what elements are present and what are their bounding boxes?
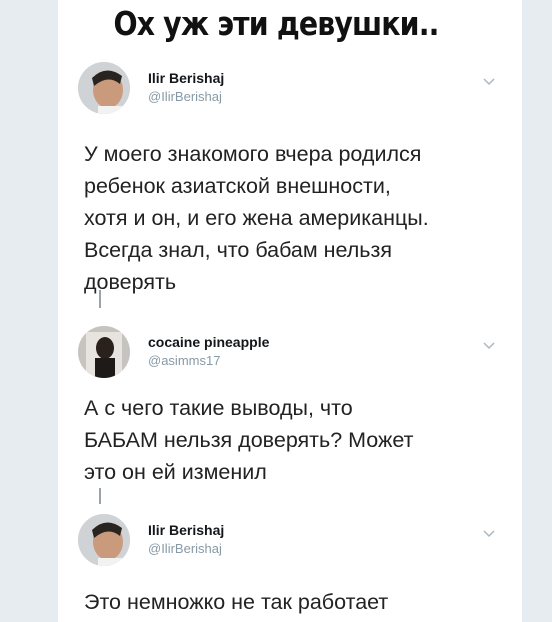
page: Ох уж эти девушки.. Ilir Berishaj @IlirB… bbox=[0, 0, 552, 622]
tweet-3: Ilir Berishaj @IlirBerishaj Это немножко… bbox=[78, 514, 508, 622]
tweet-2: cocaine pineapple @asimms17 А с чего так… bbox=[78, 326, 508, 486]
avatar[interactable] bbox=[78, 62, 130, 114]
thread-connector bbox=[99, 488, 101, 504]
tweet-text: У моего знакомого вчера родился ребенок … bbox=[84, 142, 429, 294]
tweet-1: Ilir Berishaj @IlirBerishaj У моего знак… bbox=[78, 62, 508, 302]
tweet-text: Это немножко не так работает bbox=[84, 590, 389, 614]
display-name[interactable]: cocaine pineapple bbox=[148, 334, 269, 350]
chevron-down-icon[interactable] bbox=[482, 74, 496, 88]
display-name[interactable]: Ilir Berishaj bbox=[148, 522, 224, 538]
thread-connector bbox=[99, 290, 101, 308]
user-handle[interactable]: @IlirBerishaj bbox=[148, 89, 222, 104]
right-margin bbox=[522, 0, 552, 622]
user-handle[interactable]: @asimms17 bbox=[148, 353, 220, 368]
chevron-down-icon[interactable] bbox=[482, 526, 496, 540]
avatar[interactable] bbox=[78, 326, 130, 378]
left-margin bbox=[0, 0, 58, 622]
tweet-text: А с чего такие выводы, что БАБАМ нельзя … bbox=[84, 396, 414, 484]
chevron-down-icon[interactable] bbox=[482, 338, 496, 352]
user-handle[interactable]: @IlirBerishaj bbox=[148, 541, 222, 556]
display-name[interactable]: Ilir Berishaj bbox=[148, 70, 224, 86]
meme-caption: Ох уж эти девушки.. bbox=[113, 4, 439, 43]
avatar[interactable] bbox=[78, 514, 130, 566]
